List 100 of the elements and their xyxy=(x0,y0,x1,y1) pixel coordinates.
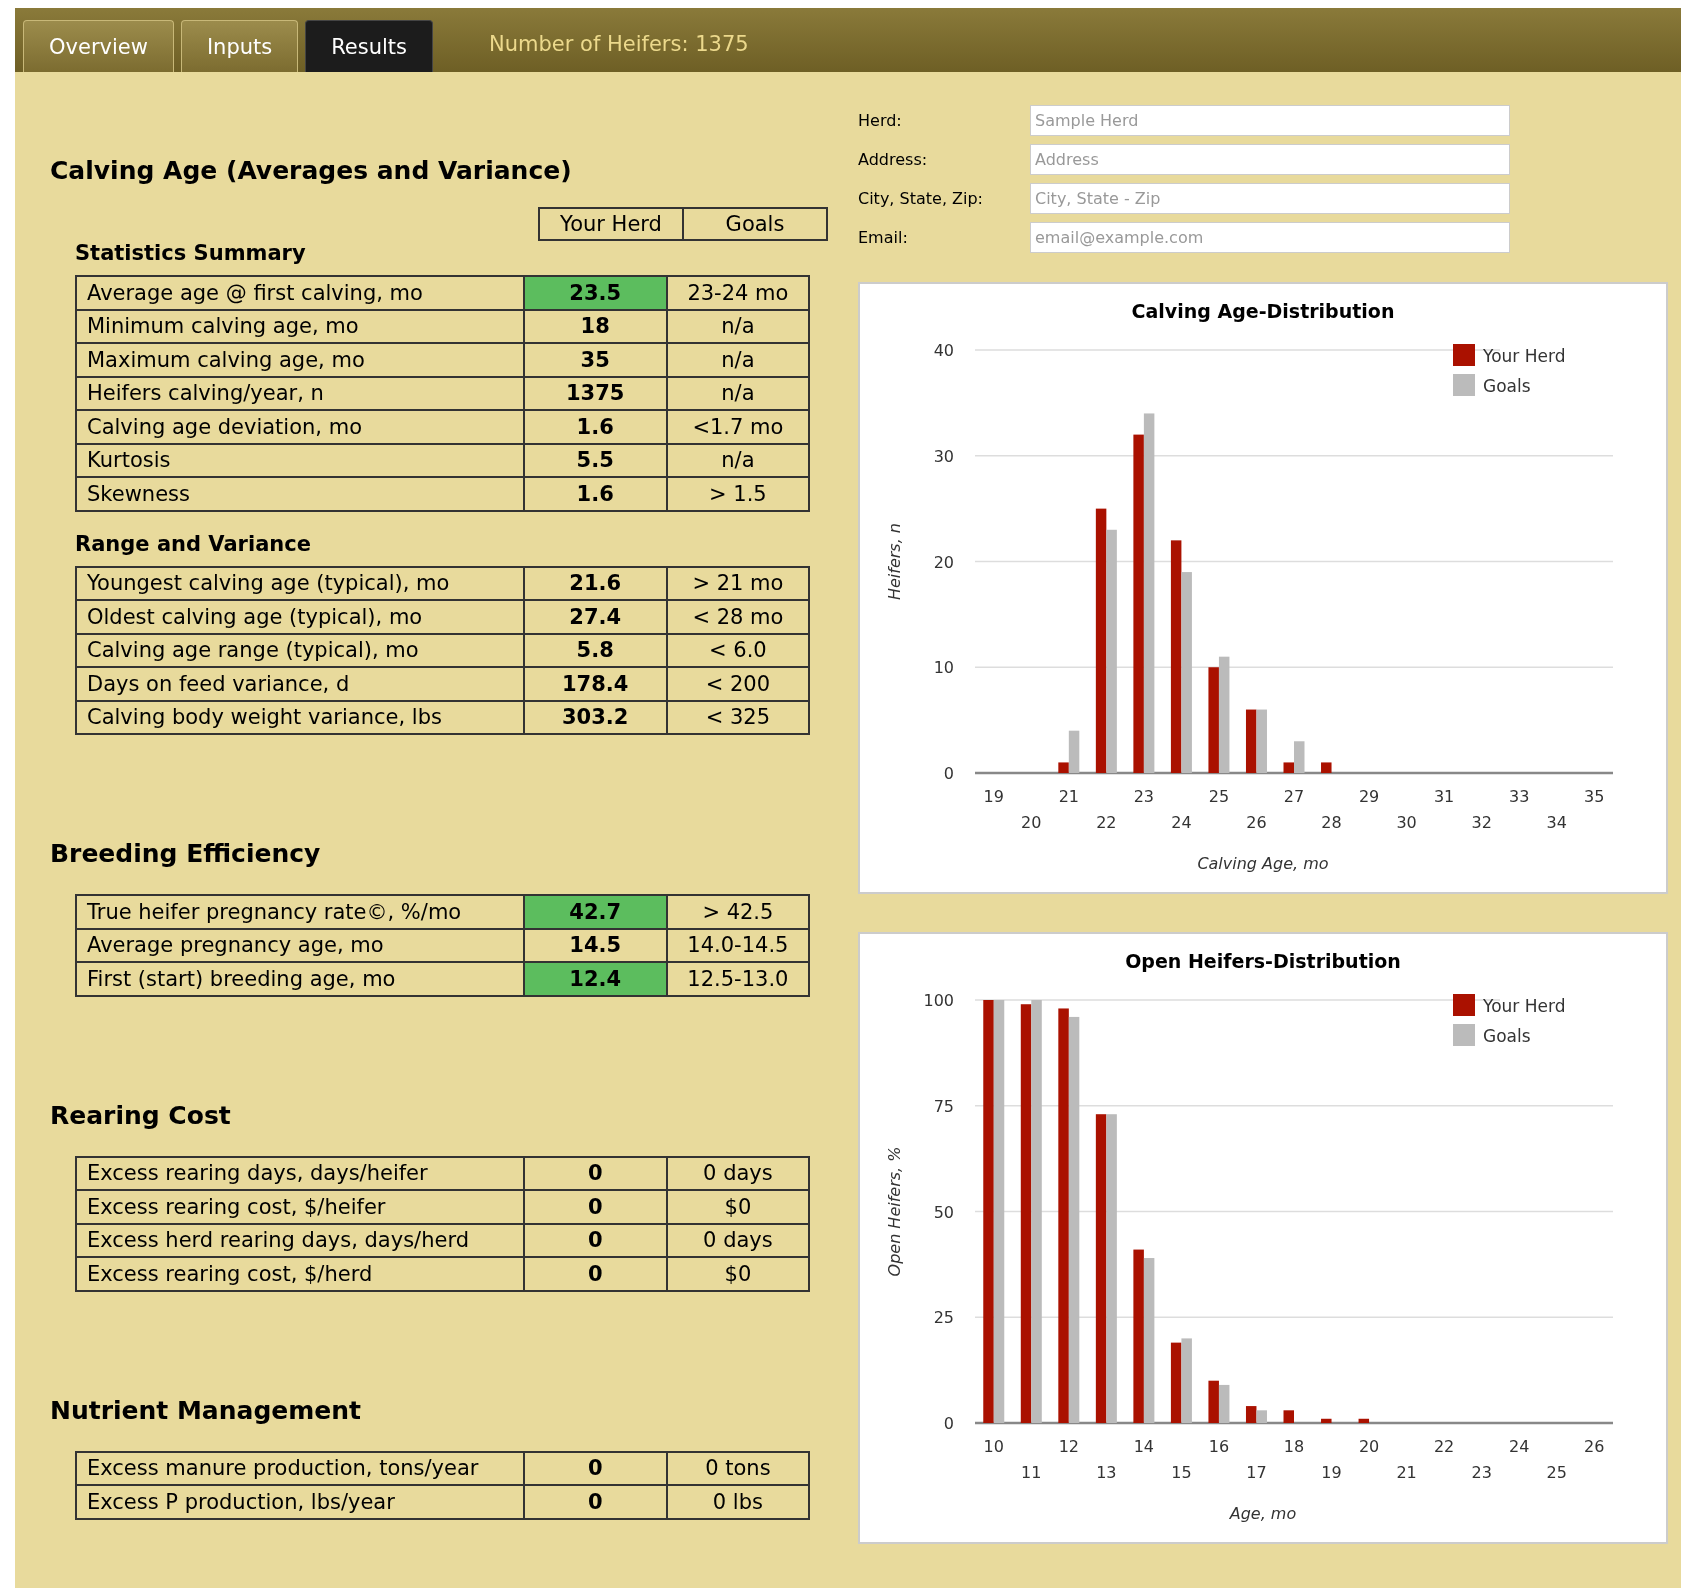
tick-label: 30 xyxy=(933,446,954,466)
tick-label: 100 xyxy=(923,991,954,1010)
table-cell: Heifers calving/year, n xyxy=(76,376,524,410)
table-cell: 0 days xyxy=(666,1156,809,1190)
chart-bar xyxy=(1321,762,1332,773)
tick-label: 29 xyxy=(1358,787,1380,806)
chart-bar xyxy=(1256,709,1267,773)
table-cell: Calving body weight variance, lbs xyxy=(76,700,524,734)
tick-label: 20 xyxy=(933,552,954,572)
table-cell: n/a xyxy=(666,376,809,410)
table-cell: Average age @ first calving, mo xyxy=(76,276,524,310)
tick-label: 24 xyxy=(1171,813,1192,832)
section-heading: Breeding Efficiency xyxy=(50,839,322,868)
table-cell: 0 xyxy=(523,1485,667,1519)
legend-label: Your Herd xyxy=(1483,996,1566,1016)
legend-label: Goals xyxy=(1483,376,1531,396)
table-cell: $0 xyxy=(666,1257,809,1291)
tick-label: 23 xyxy=(1471,1463,1492,1482)
column-header: Goals xyxy=(682,209,826,239)
table-cell: 0 xyxy=(523,1156,667,1190)
tick-label: 22 xyxy=(1433,1437,1455,1456)
table-cell: 42.7 xyxy=(523,895,667,929)
field-label: Email: xyxy=(858,228,909,247)
chart-title: Calving Age-Distribution xyxy=(1131,300,1395,322)
tick-label: 31 xyxy=(1433,787,1455,806)
table-cell: Days on feed variance, d xyxy=(76,667,524,701)
table-cell: 14.0-14.5 xyxy=(666,928,809,962)
table-cell: Oldest calving age (typical), mo xyxy=(76,600,524,634)
table-cell: 27.4 xyxy=(523,600,667,634)
table-cell: n/a xyxy=(666,343,809,377)
table-cell: > 42.5 xyxy=(666,895,809,929)
chart-bar xyxy=(1321,1418,1332,1423)
tick-label: 25 xyxy=(1546,1463,1567,1482)
table-cell: > 21 mo xyxy=(666,566,809,600)
table-cell: Minimum calving age, mo xyxy=(76,309,524,343)
input-field[interactable]: City, State - Zip xyxy=(1030,183,1510,214)
tick-label: 18 xyxy=(1283,1437,1305,1456)
tick-label: 27 xyxy=(1283,787,1305,806)
section-heading: Nutrient Management xyxy=(50,1395,362,1425)
table-cell: > 1.5 xyxy=(666,477,809,511)
chart-bar xyxy=(1283,1410,1294,1423)
tick-label: 11 xyxy=(1021,1463,1042,1482)
tick-label: 25 xyxy=(933,1308,954,1328)
table-cell: $0 xyxy=(666,1190,809,1224)
tick-label: 34 xyxy=(1546,813,1567,832)
x-axis-title: Calving Age, mo xyxy=(1197,854,1329,873)
table-cell: n/a xyxy=(666,309,809,343)
table-cell: 18 xyxy=(523,309,667,343)
table-cell: 1.6 xyxy=(523,477,667,511)
tick-label: 32 xyxy=(1471,813,1492,832)
field-label: Address: xyxy=(858,150,929,169)
table-cell: 21.6 xyxy=(523,566,667,600)
input-field[interactable]: Address xyxy=(1030,144,1510,175)
table-cell: Excess herd rearing days, days/herd xyxy=(76,1223,524,1257)
chart-bar xyxy=(1245,1406,1257,1423)
tick-label: 19 xyxy=(1321,1463,1342,1482)
tick-label: 28 xyxy=(1321,813,1342,832)
tick-label: 40 xyxy=(933,341,954,360)
column-header: Your Herd xyxy=(559,211,663,238)
tab[interactable]: Results xyxy=(305,20,434,72)
table-cell: 35 xyxy=(523,343,667,377)
table-cell: 12.5-13.0 xyxy=(666,962,809,996)
tick-label: 23 xyxy=(1133,787,1155,806)
tick-label: 22 xyxy=(1096,813,1117,832)
table-cell: <1.7 mo xyxy=(666,410,809,444)
legend-label: Goals xyxy=(1483,1026,1531,1046)
tick-label: 19 xyxy=(983,787,1004,806)
table-cell: 12.4 xyxy=(523,962,667,996)
input-field[interactable]: email@example.com xyxy=(1030,222,1510,253)
chart-bar xyxy=(1218,1384,1230,1423)
legend-label: Your Herd xyxy=(1483,346,1566,366)
table-cell: 1.6 xyxy=(523,410,667,444)
table-cell: 0 xyxy=(523,1223,667,1257)
y-axis-title: Open Heifers, % xyxy=(885,1146,904,1277)
table-cell: < 325 xyxy=(666,700,809,734)
table-cell: Excess rearing cost, $/heifer xyxy=(76,1190,524,1224)
tick-label: 0 xyxy=(943,1414,954,1433)
tick-label: 35 xyxy=(1584,787,1605,806)
tick-label: 25 xyxy=(1208,787,1230,806)
table-cell: 0 xyxy=(523,1190,667,1224)
y-axis-title: Heifers, n xyxy=(885,523,904,600)
tab[interactable]: Inputs xyxy=(180,20,299,72)
tab[interactable]: Overview xyxy=(23,20,174,72)
input-field[interactable]: Sample Herd xyxy=(1030,105,1510,136)
tick-label: 10 xyxy=(983,1437,1004,1456)
tick-label: 26 xyxy=(1246,813,1267,832)
chart-bar xyxy=(1358,1418,1370,1423)
table-cell: 23-24 mo xyxy=(666,276,809,310)
heifer-count: Number of Heifers: 1375 xyxy=(489,32,749,56)
table-cell: < 6.0 xyxy=(666,633,809,667)
chart-bar xyxy=(1208,1380,1219,1423)
table-cell: Skewness xyxy=(76,477,524,511)
subsection-heading: Statistics Summary xyxy=(75,241,307,265)
table-cell: 0 days xyxy=(666,1223,809,1257)
table-cell: 0 xyxy=(523,1257,667,1291)
table-cell: Kurtosis xyxy=(76,443,524,477)
table-cell: Youngest calving age (typical), mo xyxy=(76,566,524,600)
tick-label: 26 xyxy=(1584,1437,1605,1456)
table-cell: 303.2 xyxy=(523,700,667,734)
section-heading: Rearing Cost xyxy=(50,1100,232,1130)
